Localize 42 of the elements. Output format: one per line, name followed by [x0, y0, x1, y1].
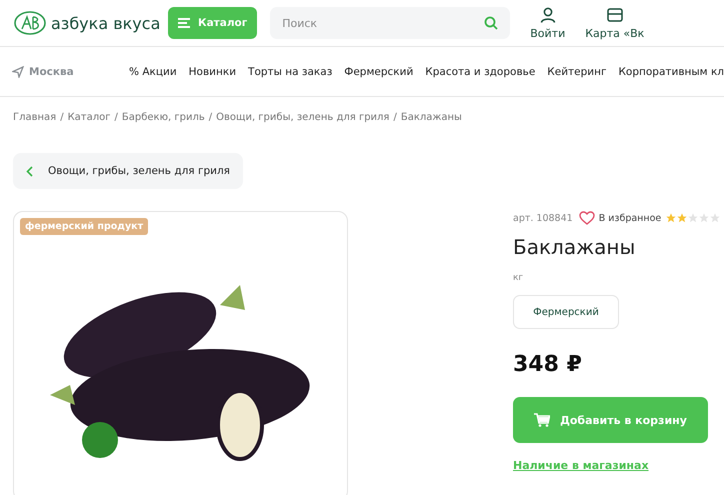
star-icon — [688, 213, 698, 223]
cart-icon — [534, 413, 550, 427]
logo-text[interactable]: азбука вкуса — [51, 14, 160, 32]
star-icon — [677, 213, 688, 223]
location-arrow-icon — [12, 66, 24, 78]
nav-link[interactable]: Торты на заказ — [248, 66, 332, 78]
heart-icon — [578, 211, 595, 225]
breadcrumb-link[interactable]: Баклажаны — [400, 112, 462, 123]
login-button[interactable]: Войти — [530, 6, 566, 40]
nav-link[interactable]: Фермерский — [344, 66, 414, 78]
unit-label: кг — [513, 273, 524, 283]
logo-icon — [13, 10, 47, 36]
breadcrumb-link[interactable]: Овощи, грибы, зелень для гриля — [216, 112, 390, 123]
nav-link[interactable]: Корпоративным кл — [618, 66, 724, 78]
nav-link[interactable]: Красота и здоровье — [425, 66, 536, 78]
breadcrumb-link[interactable]: Каталог — [68, 112, 111, 123]
user-icon — [540, 6, 556, 22]
menu-icon — [178, 18, 190, 28]
breadcrumb-separator: / — [60, 112, 64, 123]
chevron-left-icon — [26, 166, 33, 176]
farm-product-badge: фермерский продукт — [20, 218, 148, 235]
breadcrumb-separator: / — [208, 112, 212, 123]
breadcrumb-link[interactable]: Барбекю, гриль — [122, 112, 205, 123]
breadcrumb-separator: / — [393, 112, 397, 123]
filter-chip[interactable]: Фермерский — [513, 295, 619, 329]
search-field[interactable]: Поиск — [270, 7, 510, 39]
search-icon — [484, 16, 498, 30]
article-number: арт. 108841 — [513, 212, 573, 224]
star-icon — [710, 213, 720, 223]
star-icon — [666, 213, 676, 223]
product-title: Баклажаны — [513, 235, 636, 259]
favorite-button[interactable]: В избранное — [578, 211, 662, 225]
price: 348 ₽ — [513, 352, 582, 377]
star-icon — [699, 213, 710, 223]
nav-link[interactable]: Новинки — [188, 66, 236, 78]
card-button[interactable]: Карта «Вк — [585, 6, 644, 40]
breadcrumb-separator: / — [114, 112, 118, 123]
breadcrumb-link[interactable]: Главная — [13, 112, 56, 123]
back-button[interactable]: Овощи, грибы, зелень для гриля — [13, 153, 243, 189]
card-icon — [606, 6, 623, 22]
nav-link[interactable]: % Акции — [129, 66, 177, 78]
nav-link[interactable]: Кейтеринг — [547, 66, 606, 78]
